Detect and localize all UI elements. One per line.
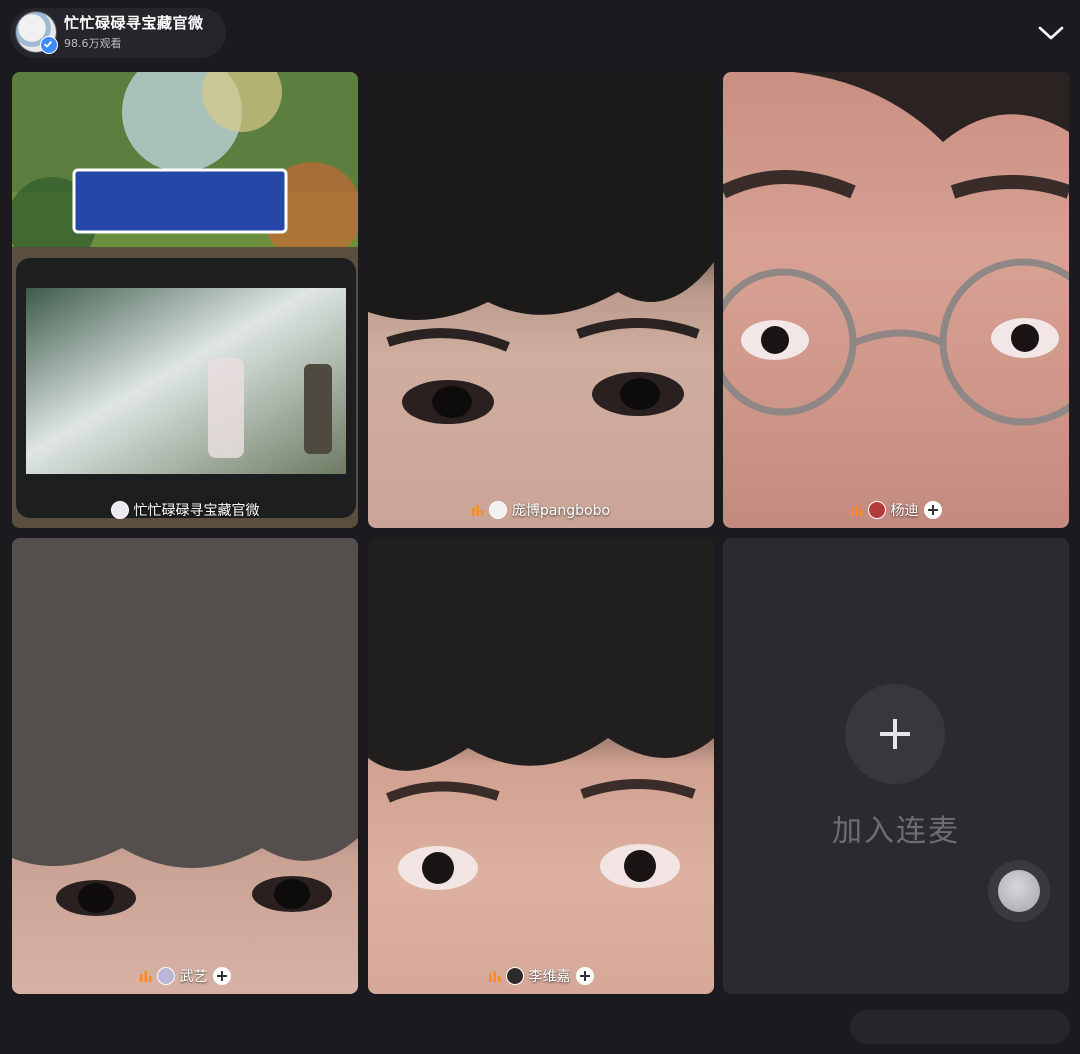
video-feed — [368, 72, 714, 528]
follow-plus-icon[interactable] — [575, 967, 594, 985]
floating-assistive-button[interactable] — [988, 860, 1050, 922]
mic-level-icon — [488, 971, 500, 982]
chevron-down-icon[interactable] — [1036, 22, 1066, 44]
guest-avatar[interactable] — [110, 501, 129, 519]
verified-badge-icon — [40, 36, 58, 54]
guest-tile-liweijia[interactable]: 李维嘉 — [368, 538, 714, 994]
follow-plus-icon[interactable] — [212, 967, 231, 985]
guest-name: 庞博pangbobo — [511, 503, 611, 519]
host-name: 忙忙碌碌寻宝藏官微 — [64, 14, 204, 32]
guest-label: 杨迪 — [723, 500, 1069, 520]
video-feed — [12, 72, 358, 528]
guest-avatar[interactable] — [156, 967, 175, 985]
guest-name: 李维嘉 — [528, 969, 571, 985]
guest-avatar[interactable] — [867, 501, 886, 519]
guest-avatar[interactable] — [488, 501, 507, 519]
mic-level-icon — [850, 505, 862, 516]
guest-label: 李维嘉 — [368, 966, 714, 986]
video-feed — [12, 538, 358, 994]
guest-tile-host[interactable]: 忙忙碌碌寻宝藏官微 — [12, 72, 358, 528]
guest-label: 庞博pangbobo — [368, 500, 714, 520]
join-co-host-tile[interactable]: 加入连麦 — [723, 538, 1069, 994]
guest-name: 忙忙碌碌寻宝藏官微 — [133, 503, 260, 519]
video-feed — [368, 538, 714, 994]
watermark — [850, 1010, 1070, 1044]
guest-tile-pangbobo[interactable]: 庞博pangbobo — [368, 72, 714, 528]
guest-label: 武艺 — [12, 966, 358, 986]
mic-level-icon — [139, 971, 151, 982]
guest-name: 杨迪 — [890, 503, 919, 519]
guest-tile-wuyi[interactable]: 武艺 — [12, 538, 358, 994]
join-co-host-label: 加入连麦 — [832, 814, 960, 849]
guest-label: 忙忙碌碌寻宝藏官微 — [12, 500, 358, 520]
mic-level-icon — [471, 505, 484, 516]
guest-name: 武艺 — [179, 969, 208, 985]
plus-icon[interactable] — [845, 684, 945, 784]
guest-tile-yangdi[interactable]: 杨迪 — [723, 72, 1069, 528]
video-feed — [723, 72, 1069, 528]
live-room-multi-guest-view: 忙忙碌碌寻宝藏官微 98.6万观看 忙忙碌碌寻宝藏官微 庞博pangbobo 杨… — [0, 0, 1080, 1054]
viewer-count: 98.6万观看 — [64, 37, 122, 50]
guest-avatar[interactable] — [505, 967, 524, 985]
follow-plus-icon[interactable] — [923, 501, 942, 519]
